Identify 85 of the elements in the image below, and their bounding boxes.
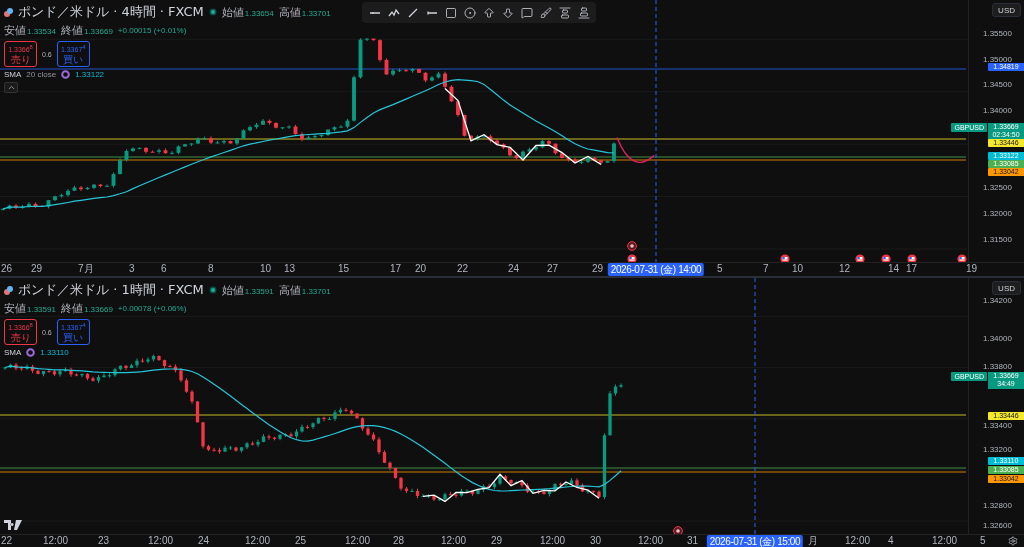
time-tick: 22 <box>457 263 469 275</box>
price-tick: 1.33200 <box>983 445 1012 455</box>
time-tick: 12:00 <box>43 535 69 547</box>
time-tick: 31 <box>687 535 699 547</box>
time-tick: 19 <box>966 263 978 275</box>
price-tick: 1.35000 <box>983 55 1012 64</box>
price-change: +0.00078 (+0.06%) <box>117 304 187 313</box>
time-tick: 29 <box>31 263 43 275</box>
price-tick: 1.32600 <box>983 521 1012 531</box>
time-tick: 12:00 <box>245 535 271 547</box>
time-tick: 12:00 <box>845 535 871 547</box>
time-tick: 20 <box>415 263 427 275</box>
time-tick: 月 <box>808 535 818 547</box>
price-tick: 1.31500 <box>983 235 1012 245</box>
time-tick: 10 <box>260 263 272 275</box>
price-tick: 1.32000 <box>983 209 1012 219</box>
indicator-value: 1.33122 <box>75 70 105 80</box>
indicator-name: SMA <box>4 70 22 80</box>
time-tick: 12:00 <box>345 535 371 547</box>
indicator-name: SMA <box>4 348 22 358</box>
price-tick: 1.34000 <box>983 106 1012 116</box>
time-tick: 7月 <box>78 263 94 275</box>
time-tick: 7 <box>763 263 769 275</box>
ohlc-value: 1.33669 <box>83 305 113 314</box>
time-tick: 25 <box>295 535 307 547</box>
time-tick: 23 <box>98 535 110 547</box>
ohlc-value: 1.33591 <box>27 305 56 314</box>
price-change: +0.00015 (+0.01%) <box>117 26 187 35</box>
time-tick: 12:00 <box>148 535 174 547</box>
time-tick: 12 <box>839 263 851 275</box>
time-tick: 24 <box>198 535 210 547</box>
time-tick: 27 <box>547 263 559 275</box>
time-tick: 29 <box>491 535 503 547</box>
currency-selector[interactable]: USD <box>992 3 1021 17</box>
ohlc-label: 終値 <box>60 23 83 38</box>
time-tick: 5 <box>980 535 986 547</box>
time-tick: 14 <box>888 263 900 275</box>
time-tick: 17 <box>906 263 918 275</box>
ohlc-value: 1.33669 <box>83 27 113 36</box>
time-tick: 12:00 <box>932 535 958 547</box>
price-tick: 1.33800 <box>983 362 1012 372</box>
time-tick: 22 <box>1 535 13 547</box>
ohlc-label: 安値 <box>4 23 26 38</box>
time-tick: 4 <box>888 535 894 547</box>
ohlc-label: 安値 <box>4 301 26 316</box>
time-tick: 24 <box>508 263 520 275</box>
time-tick: 15 <box>338 263 350 275</box>
crosshair-time-label: 2026-07-31 (金) 14:00 <box>607 263 705 276</box>
time-tick: 12:00 <box>441 535 467 547</box>
time-tick: 28 <box>393 535 405 547</box>
crosshair-time-label: 2026-07-31 (金) 15:00 <box>706 535 804 547</box>
time-tick: 8 <box>208 263 214 275</box>
ohlc-label: 始値 <box>221 4 244 20</box>
time-tick: 3 <box>129 263 135 275</box>
ohlc-label: 始値 <box>221 282 244 298</box>
time-tick: 17 <box>390 263 402 275</box>
time-tick: 6 <box>161 263 167 275</box>
time-tick: 10 <box>792 263 804 275</box>
price-tick: 1.35500 <box>983 29 1012 39</box>
symbol-title: ポンド／米ドル · 4時間 · FXCM <box>18 3 204 21</box>
ohlc-value: 1.33654 <box>244 8 274 18</box>
price-tick: 1.34500 <box>983 80 1012 90</box>
symbol-title: ポンド／米ドル · 1時間 · FXCM <box>18 281 204 299</box>
ohlc-label: 終値 <box>60 301 83 316</box>
time-tick: 26 <box>1 263 13 275</box>
ohlc-value: 1.33534 <box>27 27 56 36</box>
ohlc-value: 1.33701 <box>301 286 331 296</box>
ohlc-value: 1.33591 <box>244 286 274 296</box>
time-tick: 5 <box>717 263 723 275</box>
time-tick: 30 <box>590 535 602 547</box>
price-tick: 1.34000 <box>983 334 1012 344</box>
time-tick: 29 <box>592 263 604 275</box>
currency-selector[interactable]: USD <box>992 281 1021 295</box>
price-tick: 1.32800 <box>983 501 1012 511</box>
time-tick: 13 <box>284 263 296 275</box>
price-tick: 1.33400 <box>983 421 1012 431</box>
ohlc-label: 高値 <box>278 282 301 298</box>
price-tick: 1.32500 <box>983 183 1012 193</box>
time-tick: 12:00 <box>638 535 664 547</box>
indicator-params: 20 close <box>26 70 57 80</box>
price-tick: 1.34200 <box>983 296 1012 306</box>
ohlc-value: 1.33701 <box>301 8 331 18</box>
time-tick: 12:00 <box>540 535 566 547</box>
indicator-value: 1.33110 <box>40 348 69 358</box>
ohlc-label: 高値 <box>278 4 301 20</box>
